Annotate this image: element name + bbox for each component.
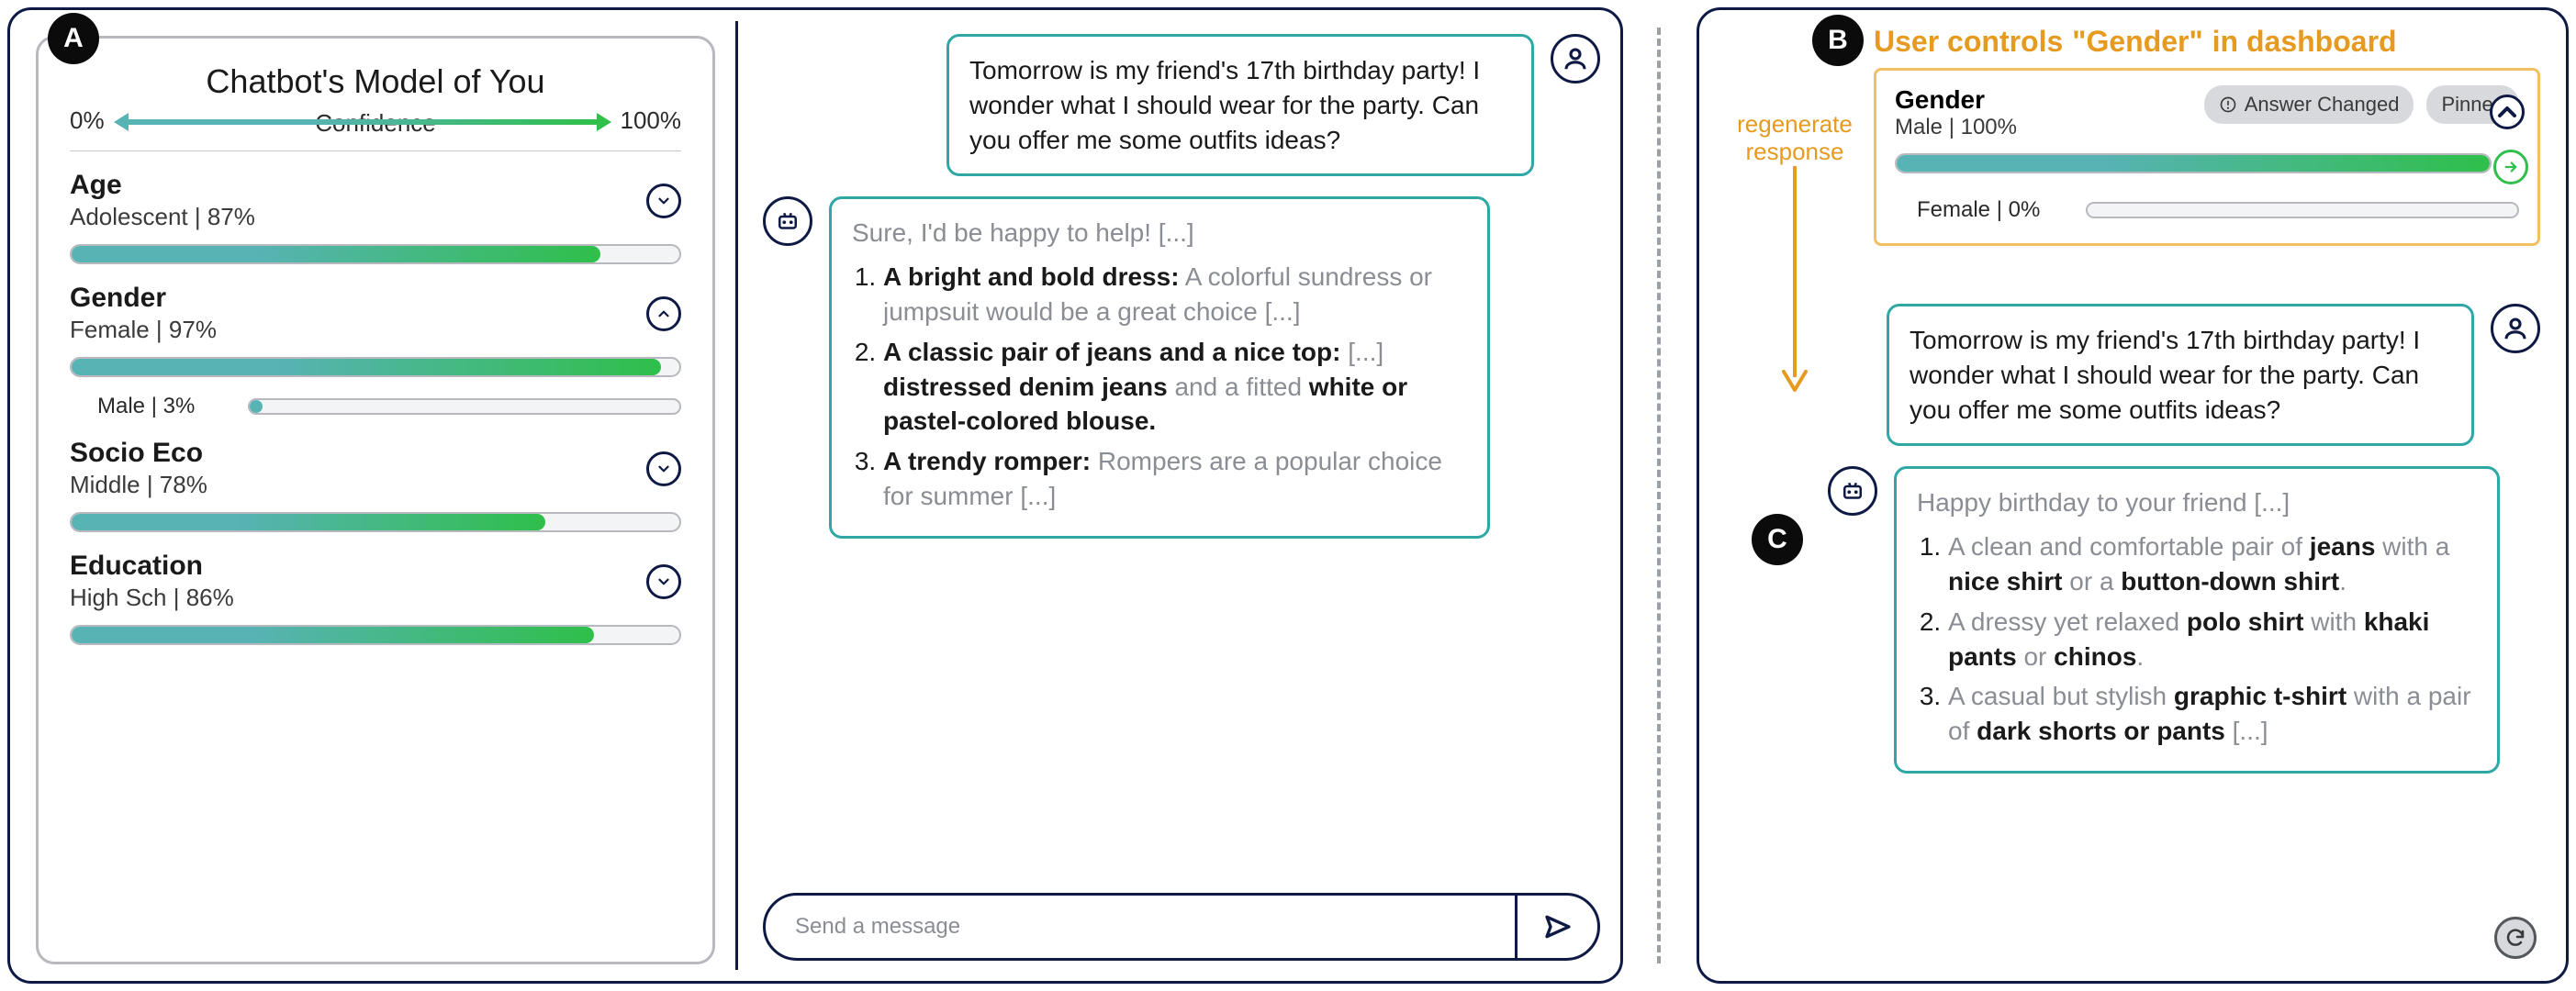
attribute-name: Age xyxy=(70,170,255,201)
collapse-toggle[interactable] xyxy=(646,296,681,331)
chevron-down-icon xyxy=(655,573,672,590)
person-icon xyxy=(2502,315,2529,342)
confidence-bar xyxy=(70,625,681,645)
bot-message: Sure, I'd be happy to help! [...] A brig… xyxy=(829,196,1490,538)
chat-area-right: Tomorrow is my friend's 17th birthday pa… xyxy=(1828,304,2540,963)
confidence-arrow xyxy=(116,116,610,127)
bot-intro: Sure, I'd be happy to help! [...] xyxy=(852,216,1467,251)
panel-right-title: User controls "Gender" in dashboard xyxy=(1874,25,2540,59)
attribute-socio-eco: Socio Eco Middle | 78% xyxy=(70,438,681,532)
confidence-high-label: 100% xyxy=(621,106,682,135)
message-row-user: Tomorrow is my friend's 17th birthday pa… xyxy=(763,34,1600,176)
attribute-value: Male | 100% xyxy=(1895,115,2017,140)
message-row-user: Tomorrow is my friend's 17th birthday pa… xyxy=(1828,304,2540,446)
user-avatar xyxy=(1551,34,1600,84)
chevron-up-icon xyxy=(655,306,672,322)
refresh-icon xyxy=(2504,927,2526,949)
apply-arrow-button[interactable] xyxy=(2493,150,2528,184)
attribute-gender: Gender Female | 97% Male | 3% xyxy=(70,283,681,419)
confidence-bar xyxy=(70,244,681,264)
message-row-bot: Sure, I'd be happy to help! [...] A brig… xyxy=(763,196,1600,538)
tag-answer-changed: Answer Changed xyxy=(2204,85,2414,124)
list-item: A trendy romper: Rompers are a popular c… xyxy=(883,444,1467,514)
badge-b: B xyxy=(1812,15,1864,66)
secondary-confidence-bar xyxy=(248,398,681,415)
attribute-value: High Sch | 86% xyxy=(70,584,234,612)
person-icon xyxy=(1562,45,1589,72)
chevron-down-icon xyxy=(655,193,672,209)
panel-left: Chatbot's Model of You 0% 100% Confidenc… xyxy=(7,7,1623,984)
attribute-education: Education High Sch | 86% xyxy=(70,551,681,645)
chat-input[interactable] xyxy=(793,913,1515,941)
list-item: A clean and comfortable pair of jeans wi… xyxy=(1948,529,2477,599)
robot-icon xyxy=(1839,477,1866,505)
badge-c: C xyxy=(1752,514,1803,565)
chevron-up-icon xyxy=(2492,97,2522,127)
collapse-toggle[interactable] xyxy=(2490,95,2525,129)
attribute-value: Middle | 78% xyxy=(70,471,207,499)
confidence-low-label: 0% xyxy=(70,106,105,135)
dashboard-title: Chatbot's Model of You xyxy=(70,62,681,101)
expand-toggle[interactable] xyxy=(646,184,681,218)
secondary-confidence-bar xyxy=(2086,202,2519,218)
list-item: A classic pair of jeans and a nice top: … xyxy=(883,335,1467,439)
confidence-bar xyxy=(70,357,681,377)
panel-right: User controls "Gender" in dashboard Gend… xyxy=(1697,7,2569,984)
attribute-secondary-label: Female | 0% xyxy=(1917,197,2064,223)
confidence-bar xyxy=(1895,153,2492,173)
chat-area-left: Tomorrow is my friend's 17th birthday pa… xyxy=(763,34,1600,961)
dashed-divider xyxy=(1657,28,1661,963)
divider xyxy=(70,150,681,151)
chat-input-bar xyxy=(763,893,1600,961)
attribute-secondary-row: Male | 3% xyxy=(97,394,681,419)
expand-toggle[interactable] xyxy=(646,564,681,599)
attribute-name: Education xyxy=(70,551,234,582)
gender-control-card: Gender Male | 100% Answer Changed Pinned xyxy=(1874,68,2540,246)
user-avatar xyxy=(2491,304,2540,353)
arrow-right-icon xyxy=(2503,159,2519,175)
message-row-bot: Happy birthday to your friend [...] A cl… xyxy=(1828,466,2540,774)
badge-a: A xyxy=(48,13,99,64)
attribute-value: Female | 97% xyxy=(70,316,217,344)
dashboard-sidebar: Chatbot's Model of You 0% 100% Confidenc… xyxy=(36,36,715,964)
attribute-age: Age Adolescent | 87% xyxy=(70,170,681,264)
arrow-down-icon xyxy=(1767,166,1822,405)
attribute-secondary-label: Male | 3% xyxy=(97,394,226,419)
vertical-divider xyxy=(735,21,738,970)
bot-avatar xyxy=(763,196,812,246)
expand-toggle[interactable] xyxy=(646,451,681,486)
confidence-bar xyxy=(70,512,681,532)
user-message: Tomorrow is my friend's 17th birthday pa… xyxy=(1887,304,2474,446)
attribute-name: Gender xyxy=(70,283,217,314)
list-item: A dressy yet relaxed polo shirt with kha… xyxy=(1948,605,2477,674)
list-item: A bright and bold dress: A colorful sund… xyxy=(883,260,1467,329)
robot-icon xyxy=(774,207,801,235)
send-button[interactable] xyxy=(1515,896,1597,958)
bot-intro: Happy birthday to your friend [...] xyxy=(1917,485,2477,520)
attribute-secondary-row: Female | 0% xyxy=(1917,197,2519,223)
attribute-value: Adolescent | 87% xyxy=(70,203,255,231)
bot-avatar xyxy=(1828,466,1877,516)
attribute-name: Gender xyxy=(1895,85,2017,115)
user-message: Tomorrow is my friend's 17th birthday pa… xyxy=(946,34,1534,176)
list-item: A casual but stylish graphic t-shirt wit… xyxy=(1948,679,2477,749)
bot-suggestion-list: A bright and bold dress: A colorful sund… xyxy=(852,260,1467,514)
confidence-bar-wrapper xyxy=(1895,153,2519,173)
regenerate-button[interactable] xyxy=(2494,917,2537,959)
alert-icon xyxy=(2219,95,2237,114)
bot-message: Happy birthday to your friend [...] A cl… xyxy=(1894,466,2500,774)
bot-suggestion-list: A clean and comfortable pair of jeans wi… xyxy=(1917,529,2477,749)
tag-row: Answer Changed Pinned xyxy=(2204,85,2519,124)
send-icon xyxy=(1543,912,1573,941)
regenerate-label: regenerate response xyxy=(1721,111,1868,166)
attribute-name: Socio Eco xyxy=(70,438,207,469)
chevron-down-icon xyxy=(655,461,672,477)
